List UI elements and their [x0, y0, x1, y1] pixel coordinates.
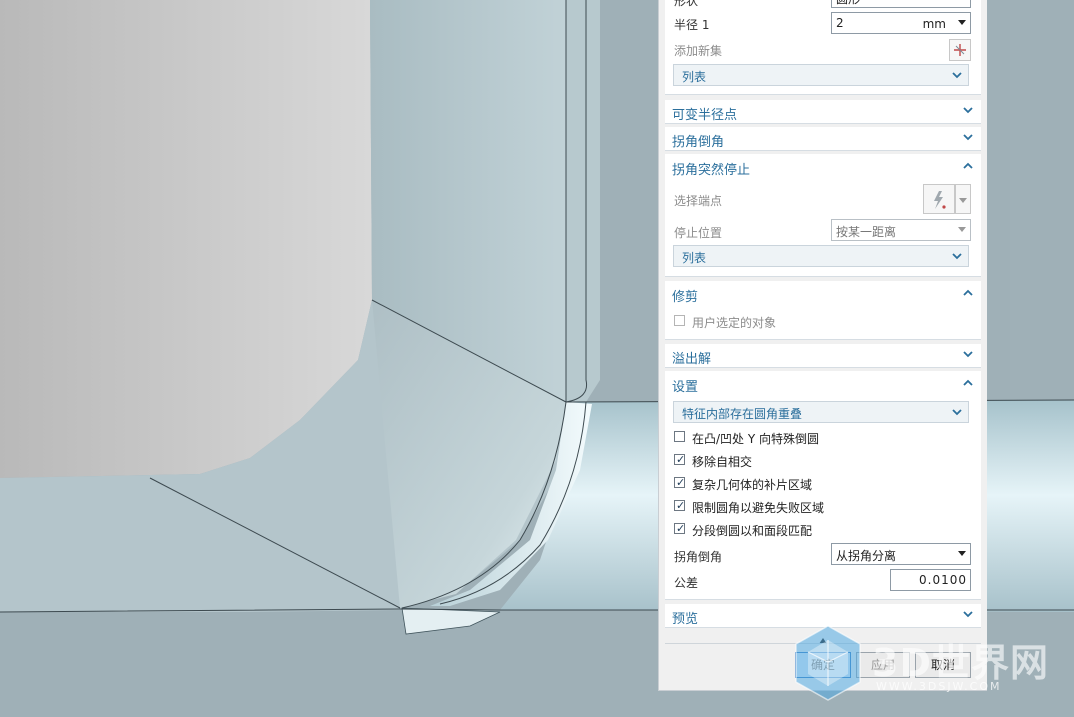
section-preview[interactable]: 预览	[665, 604, 981, 628]
section-trim: 修剪 用户选定的对象	[665, 281, 981, 340]
edge-blend-dialog: 形状 圆形 半径 1 2 mm 添加新集 列表 可变半径点	[658, 0, 987, 691]
chevron-down-icon	[961, 607, 975, 621]
lightning-point-icon	[934, 191, 946, 209]
shape-select[interactable]: 圆形	[831, 0, 971, 8]
corner-chamfer-select[interactable]: 从拐角分离	[831, 543, 971, 565]
limit-blend-checkbox[interactable]: ✓ 限制圆角以避免失败区域	[674, 498, 874, 516]
chevron-down-icon	[950, 68, 964, 82]
corner-chamfer-label: 拐角倒角	[674, 550, 723, 564]
select-end-label: 选择端点	[674, 194, 723, 208]
chevron-up-icon[interactable]	[961, 159, 975, 173]
chevron-down-icon	[961, 347, 975, 361]
chevron-up-icon[interactable]	[961, 376, 975, 390]
radius-section: 形状 圆形 半径 1 2 mm 添加新集 列表	[665, 0, 981, 95]
chevron-up-icon[interactable]	[961, 286, 975, 300]
tolerance-label: 公差	[674, 576, 699, 590]
user-selected-objects-checkbox[interactable]: 用户选定的对象	[674, 313, 874, 331]
chevron-down-icon	[961, 130, 975, 144]
select-end-dropdown[interactable]	[955, 184, 971, 214]
corner-stop-list-toggle[interactable]: 列表	[673, 245, 969, 267]
collapse-grip-icon[interactable]	[819, 633, 827, 644]
section-settings: 设置 特征内部存在圆角重叠 在凸/凹处 Y 向特殊倒圆 ✓ 移除自相交 ✓ 复杂…	[665, 371, 981, 600]
add-set-icon	[954, 44, 966, 56]
section-variable-radius[interactable]: 可变半径点	[665, 100, 981, 124]
chevron-down-icon	[950, 249, 964, 263]
tolerance-field[interactable]: 0.0100	[890, 569, 971, 591]
chevron-down-icon	[961, 103, 975, 117]
section-corner-stop: 拐角突然停止 选择端点 停止位置 按某一距离 列表	[665, 154, 981, 277]
list-toggle[interactable]: 列表	[673, 64, 969, 86]
radius-label: 半径 1	[674, 18, 710, 32]
radius-unit: mm	[922, 17, 946, 31]
chevron-down-icon	[958, 227, 966, 232]
section-corner-chamfer[interactable]: 拐角倒角	[665, 127, 981, 151]
radius-field[interactable]: 2 mm	[831, 12, 971, 34]
select-end-button[interactable]	[923, 184, 955, 214]
segment-blend-checkbox[interactable]: ✓ 分段倒圆以和面段匹配	[674, 521, 874, 539]
chevron-down-icon	[958, 551, 966, 556]
chevron-down-icon	[958, 20, 966, 25]
chevron-down-icon	[950, 405, 964, 419]
overlap-resolution-select[interactable]: 特征内部存在圆角重叠	[673, 401, 969, 423]
chevron-down-icon	[959, 198, 967, 203]
section-overflow[interactable]: 溢出解	[665, 344, 981, 368]
shape-label: 形状	[674, 0, 699, 8]
convex-concave-y-checkbox[interactable]: 在凸/凹处 Y 向特殊倒圆	[674, 429, 874, 447]
apply-button[interactable]: 应用	[856, 652, 910, 678]
patch-complex-geometry-checkbox[interactable]: ✓ 复杂几何体的补片区域	[674, 475, 874, 493]
ok-button[interactable]: 确定	[795, 652, 851, 678]
stop-position-label: 停止位置	[674, 226, 723, 240]
add-new-set-label: 添加新集	[674, 44, 723, 58]
divider	[665, 643, 981, 644]
remove-self-intersect-checkbox[interactable]: ✓ 移除自相交	[674, 452, 874, 470]
add-new-set-button[interactable]	[949, 39, 971, 61]
radius-value: 2	[836, 16, 844, 30]
stop-position-select[interactable]: 按某一距离	[831, 219, 971, 241]
cancel-button[interactable]: 取消	[915, 652, 971, 678]
